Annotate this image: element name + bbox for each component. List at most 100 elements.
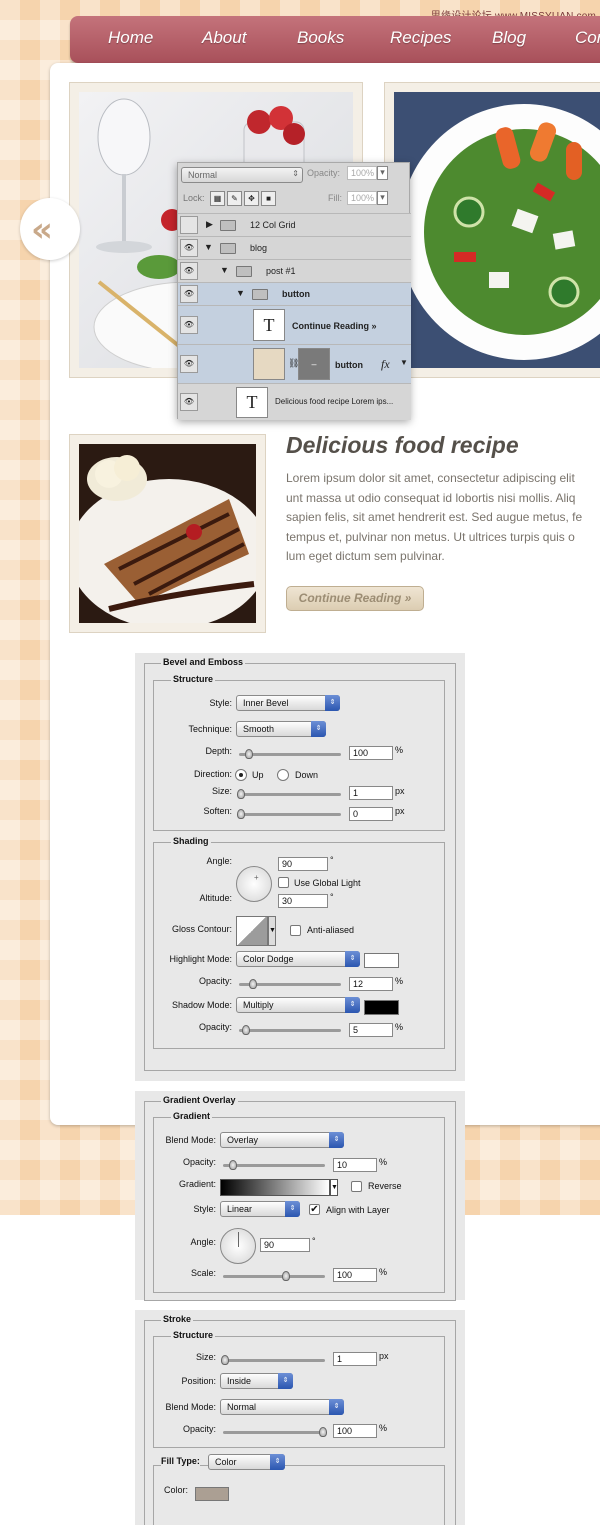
- opacity-input[interactable]: 10: [333, 1158, 377, 1172]
- technique-select[interactable]: Smooth ⇕: [236, 721, 326, 737]
- layer-row[interactable]: ▶ 12 Col Grid: [178, 213, 411, 236]
- layer-row[interactable]: 👁 T Continue Reading »: [178, 305, 411, 344]
- layer-row[interactable]: 👁 ▼ blog: [178, 236, 411, 259]
- eye-icon[interactable]: 👁: [180, 239, 198, 257]
- opacity-input[interactable]: 100: [333, 1424, 377, 1438]
- depth-slider[interactable]: [239, 749, 341, 759]
- text-layer-thumbnail: T: [253, 309, 285, 341]
- depth-input[interactable]: 100: [349, 746, 393, 760]
- layer-row[interactable]: 👁 ⛓ – button fx ▼: [178, 344, 411, 383]
- highlight-opacity-slider[interactable]: [239, 979, 341, 989]
- layers-blend-mode-select[interactable]: Normal ⇕: [181, 167, 303, 183]
- style-select[interactable]: Linear ⇕: [220, 1201, 300, 1217]
- fx-icon[interactable]: fx: [381, 357, 390, 372]
- altitude-input[interactable]: 30: [278, 894, 328, 908]
- eye-icon[interactable]: 👁: [180, 285, 198, 303]
- layer-row[interactable]: 👁 ▼ post #1: [178, 259, 411, 282]
- folder-icon: [220, 220, 236, 231]
- contour-dropdown-arrow-icon[interactable]: ▼: [268, 916, 276, 946]
- lock-all-icon[interactable]: ■: [261, 191, 276, 206]
- size-input[interactable]: 1: [333, 1352, 377, 1366]
- eye-icon[interactable]: 👁: [180, 393, 198, 411]
- slider-thumb[interactable]: [242, 1025, 250, 1035]
- slider-thumb[interactable]: [229, 1160, 237, 1170]
- angle-input[interactable]: 90: [260, 1238, 310, 1252]
- shadow-color-swatch[interactable]: [364, 1000, 399, 1015]
- angle-dial[interactable]: +: [236, 866, 272, 902]
- visibility-empty-box[interactable]: [180, 216, 198, 234]
- collapse-triangle-icon[interactable]: ▼: [204, 242, 213, 252]
- nav-recipes[interactable]: Recipes: [390, 28, 451, 48]
- gradient-preview[interactable]: [220, 1179, 330, 1196]
- size-slider[interactable]: [221, 1355, 325, 1365]
- direction-up-radio[interactable]: [235, 769, 247, 781]
- eye-icon[interactable]: 👁: [180, 316, 198, 334]
- double-chevron-left-icon: «: [31, 210, 53, 250]
- highlight-mode-select[interactable]: Color Dodge ⇕: [236, 951, 360, 967]
- blend-mode-select[interactable]: Normal ⇕: [220, 1399, 344, 1415]
- post-body-line: unt massa ut odio consequat id lobortis …: [286, 490, 576, 505]
- collapse-triangle-icon[interactable]: ▼: [236, 288, 245, 298]
- opacity-dropdown-arrow-icon[interactable]: ▾: [377, 166, 388, 180]
- layer-row[interactable]: 👁 T Delicious food recipe Lorem ips...: [178, 383, 411, 420]
- reverse-checkbox[interactable]: [351, 1181, 362, 1192]
- shadow-opacity-input[interactable]: 5: [349, 1023, 393, 1037]
- fill-dropdown-arrow-icon[interactable]: ▾: [377, 191, 388, 205]
- nav-blog[interactable]: Blog: [492, 28, 526, 48]
- opacity-slider[interactable]: [223, 1160, 325, 1170]
- style-select[interactable]: Inner Bevel ⇕: [236, 695, 340, 711]
- bevel-title: Bevel and Emboss: [161, 657, 246, 667]
- collapse-triangle-icon[interactable]: ▼: [220, 265, 229, 275]
- angle-dial[interactable]: [220, 1228, 256, 1264]
- slider-thumb[interactable]: [245, 749, 253, 759]
- highlight-color-swatch[interactable]: [364, 953, 399, 968]
- shadow-mode-select[interactable]: Multiply ⇕: [236, 997, 360, 1013]
- soften-input[interactable]: 0: [349, 807, 393, 821]
- eye-icon[interactable]: 👁: [180, 355, 198, 373]
- slider-thumb[interactable]: [221, 1355, 229, 1365]
- align-with-layer-checkbox[interactable]: ✔: [309, 1204, 320, 1215]
- expand-triangle-icon[interactable]: ▼: [400, 358, 408, 367]
- size-input[interactable]: 1: [349, 786, 393, 800]
- size-slider[interactable]: [237, 789, 341, 799]
- opacity-field[interactable]: 100%: [347, 166, 377, 180]
- direction-down-radio[interactable]: [277, 769, 289, 781]
- gloss-contour-picker[interactable]: [236, 916, 268, 946]
- global-light-checkbox[interactable]: [278, 877, 289, 888]
- shadow-opacity-slider[interactable]: [239, 1025, 341, 1035]
- expand-triangle-icon[interactable]: ▶: [206, 219, 213, 230]
- gradient-dropdown-arrow-icon[interactable]: ▼: [330, 1179, 338, 1196]
- lock-move-icon[interactable]: ✥: [244, 191, 259, 206]
- slider-thumb[interactable]: [319, 1427, 327, 1437]
- layer-row[interactable]: 👁 ▼ button: [178, 282, 411, 305]
- lock-brush-icon[interactable]: ✎: [227, 191, 242, 206]
- shape-layer-thumbnail: [253, 348, 285, 380]
- updown-arrows-icon: ⇕: [270, 1454, 285, 1470]
- nav-contact[interactable]: Cor: [575, 28, 600, 48]
- slider-prev-button[interactable]: «: [20, 198, 80, 260]
- bevel-emboss-dialog: Bevel and Emboss Structure Style: Inner …: [135, 653, 465, 1081]
- slider-thumb[interactable]: [237, 789, 245, 799]
- highlight-opacity-input[interactable]: 12: [349, 977, 393, 991]
- continue-reading-button[interactable]: Continue Reading »: [286, 586, 424, 611]
- opacity-slider[interactable]: [223, 1427, 327, 1437]
- stroke-color-swatch[interactable]: [195, 1487, 229, 1501]
- scale-input[interactable]: 100: [333, 1268, 377, 1282]
- nav-about[interactable]: About: [202, 28, 246, 48]
- soften-slider[interactable]: [237, 809, 341, 819]
- position-select[interactable]: Inside ⇕: [220, 1373, 293, 1389]
- fill-field[interactable]: 100%: [347, 191, 377, 205]
- slider-thumb[interactable]: [249, 979, 257, 989]
- opacity-label: Opacity:: [182, 1424, 216, 1434]
- lock-transparency-icon[interactable]: ▦: [210, 191, 225, 206]
- scale-slider[interactable]: [223, 1271, 325, 1281]
- fill-type-select[interactable]: Color ⇕: [208, 1454, 285, 1470]
- eye-icon[interactable]: 👁: [180, 262, 198, 280]
- nav-books[interactable]: Books: [297, 28, 344, 48]
- angle-input[interactable]: 90: [278, 857, 328, 871]
- slider-thumb[interactable]: [237, 809, 245, 819]
- slider-thumb[interactable]: [282, 1271, 290, 1281]
- blend-mode-select[interactable]: Overlay ⇕: [220, 1132, 344, 1148]
- nav-home[interactable]: Home: [108, 28, 153, 48]
- anti-aliased-checkbox[interactable]: [290, 925, 301, 936]
